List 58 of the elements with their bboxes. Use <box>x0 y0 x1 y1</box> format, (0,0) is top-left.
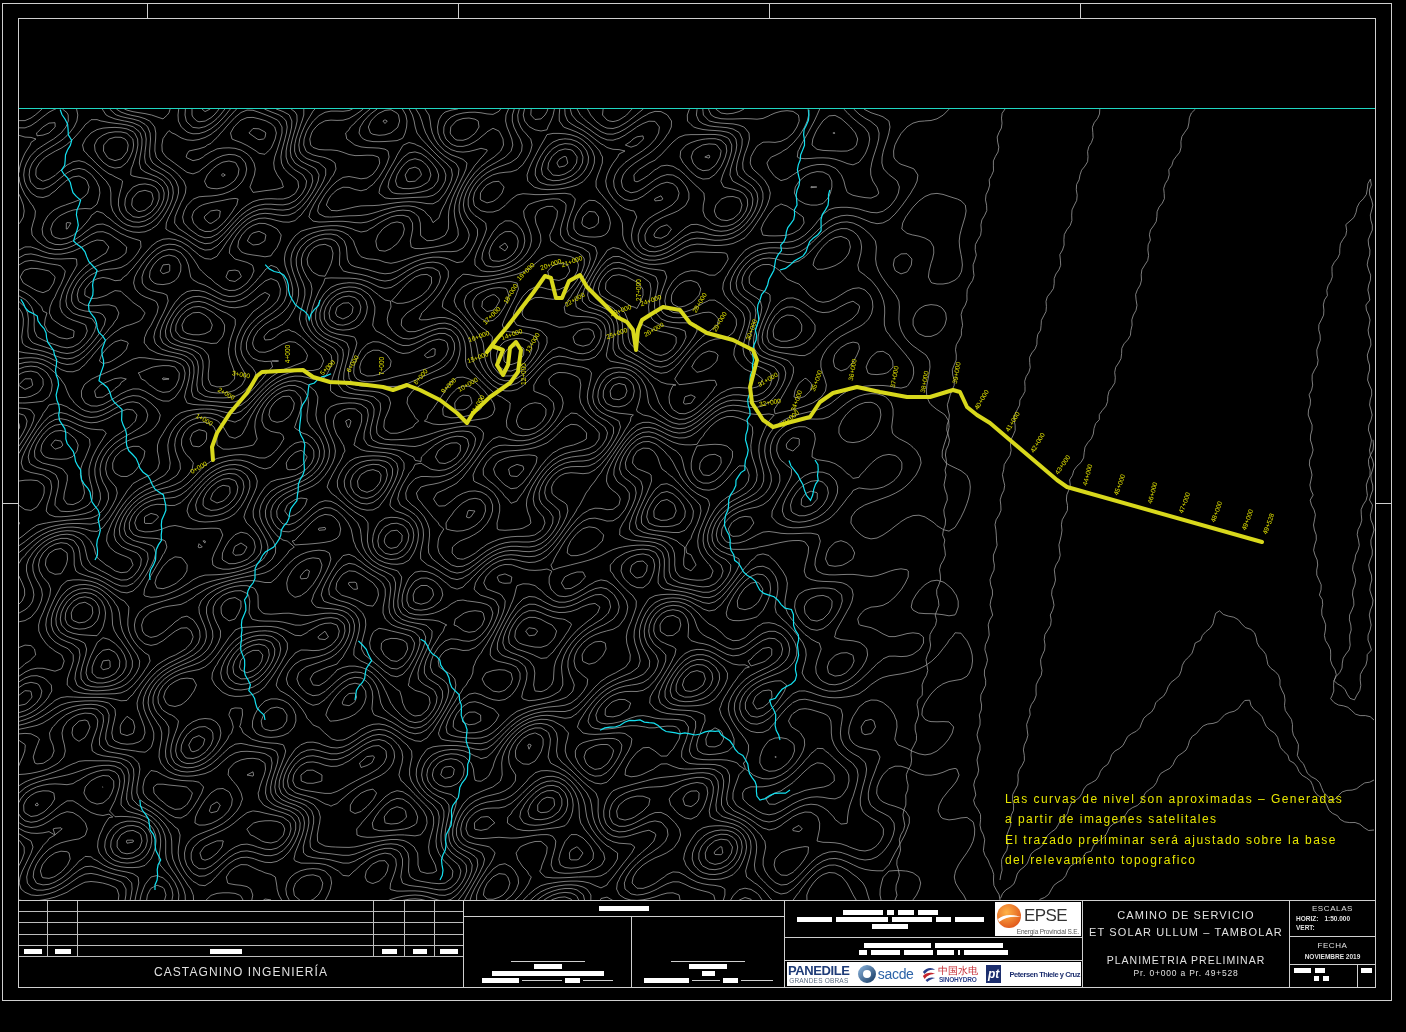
redaction-bar <box>1315 968 1325 973</box>
table-cell <box>374 901 405 912</box>
logo-wordmark: EPSE <box>1024 907 1067 924</box>
map-note-line: a partir de imagenes satelitales <box>1005 811 1218 829</box>
table-cell <box>48 912 78 923</box>
redaction-bar <box>381 948 397 954</box>
table-cell <box>19 901 48 912</box>
table-cell <box>374 923 405 935</box>
redaction-bar <box>937 950 954 955</box>
table-cell <box>374 912 405 923</box>
redaction-bar <box>643 978 689 983</box>
redaction-bar <box>1323 976 1329 981</box>
table-cell <box>48 923 78 935</box>
map-note-line: El trazado preliminar será ajustado sobre la base <box>1005 831 1337 849</box>
logo-wordmark: 中国水电 <box>937 965 978 976</box>
redaction-bar <box>796 916 832 922</box>
table-cell <box>48 901 78 912</box>
redaction-bar <box>859 950 867 955</box>
redaction-bar <box>722 978 738 983</box>
date-heading: FECHA <box>1317 941 1348 951</box>
table-cell <box>405 923 435 935</box>
redaction-bar <box>904 950 933 955</box>
chainage-range: Pr. 0+000 a Pr. 49+528 <box>1133 967 1239 979</box>
redaction-bar <box>1361 968 1372 973</box>
logo-wordmark: PANEDILE <box>788 964 850 977</box>
drawing-subtitle: PLANIMETRIA PRELIMINAR <box>1106 954 1266 967</box>
redaction-bar <box>701 971 715 976</box>
drawing-title: CAMINO DE SERVICIO <box>1117 908 1255 923</box>
redaction-bar <box>1314 976 1319 981</box>
redaction-bar <box>440 948 458 954</box>
map-note-line: Las curvas de nivel son aproximadas – Generadas <box>1005 791 1344 808</box>
redaction-bar <box>54 948 71 954</box>
redaction-bar <box>599 906 649 911</box>
redaction-bar <box>209 948 242 954</box>
drawing-title: ET SOLAR ULLUM – TAMBOLAR <box>1089 925 1283 940</box>
redaction-bar <box>482 978 519 983</box>
logo-wordmark: sacde <box>877 966 914 982</box>
swirl-icon <box>921 966 936 982</box>
redaction-bar <box>412 948 427 954</box>
table-cell <box>405 912 435 923</box>
redaction-bar <box>689 964 727 969</box>
redaction-bar <box>24 948 42 954</box>
redaction-bar <box>954 916 984 922</box>
table-cell <box>405 901 435 912</box>
map-note-line: del relevamiento topografico <box>1005 851 1197 869</box>
redaction-bar <box>864 943 931 948</box>
ring-icon <box>857 965 876 983</box>
redaction-bar <box>935 943 1003 948</box>
redaction-bar <box>1294 968 1311 973</box>
table-cell <box>19 912 48 923</box>
logo-monogram: pt <box>985 965 1002 983</box>
redaction-bar <box>565 978 580 983</box>
scales-heading: ESCALAS <box>1311 904 1354 914</box>
redaction-bar <box>533 964 562 969</box>
company-name: CASTAGNINO INGENIERÍA <box>153 965 329 979</box>
table-cell <box>19 923 48 935</box>
redaction-bar <box>964 950 1008 955</box>
redaction-bar <box>871 950 900 955</box>
